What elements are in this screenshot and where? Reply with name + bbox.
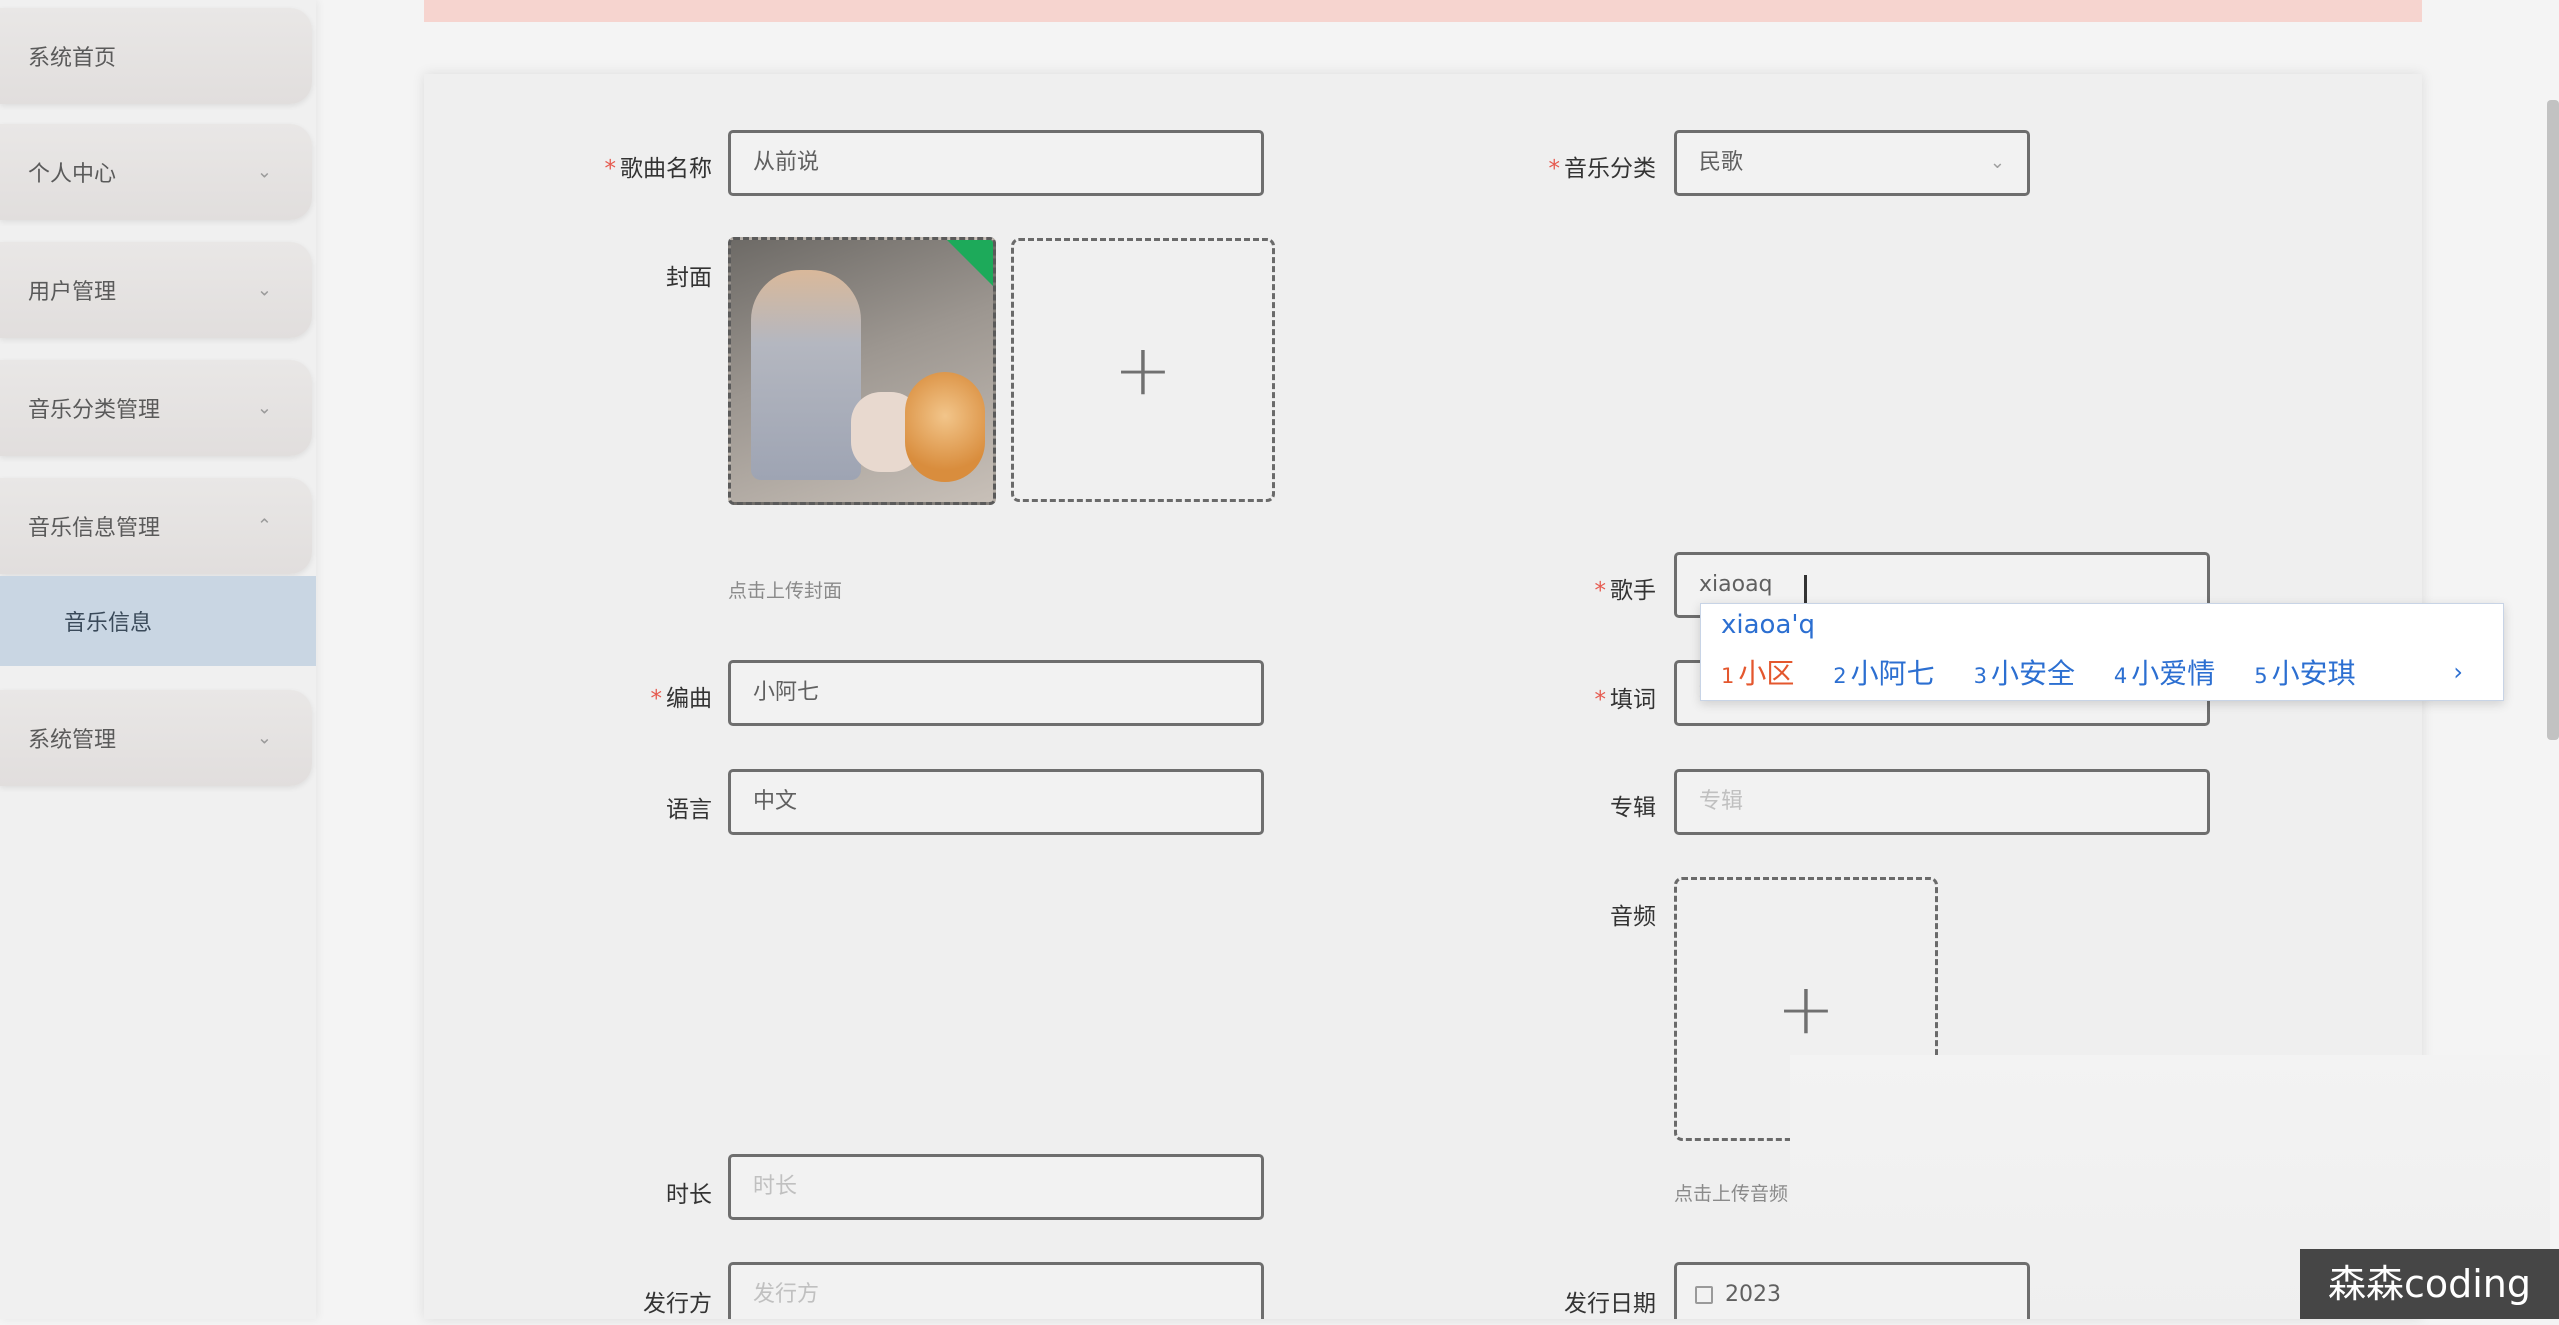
- chevron-down-icon: ⌄: [256, 279, 272, 301]
- menu-item-label: 系统首页: [28, 46, 117, 71]
- chevron-up-icon: ⌃: [256, 515, 272, 537]
- duration-input[interactable]: 时长: [728, 1154, 1264, 1220]
- menu-item-label: 个人中心: [28, 162, 117, 187]
- cover-person-shape: [751, 270, 861, 480]
- ime-candidates: 1 小区 2 小阿七 3 小安全 4 小爱情 5 小安琪: [1721, 652, 2386, 692]
- success-corner-badge: [945, 240, 993, 288]
- menu-item-system-management[interactable]: 系统管理 ⌄: [0, 690, 312, 786]
- release-date-input[interactable]: 2023: [1674, 1262, 2030, 1319]
- cover-upload-hint: 点击上传封面: [728, 580, 843, 602]
- song-name-input[interactable]: 从前说: [728, 130, 1264, 196]
- ime-composition: xiaoa'q: [1721, 610, 1816, 640]
- language-input[interactable]: 中文: [728, 769, 1264, 835]
- chevron-down-icon: ⌄: [256, 161, 272, 183]
- language-label: 语言: [666, 797, 712, 823]
- audio-label: 音频: [1610, 904, 1656, 930]
- menu-item-label: 音乐分类管理: [28, 398, 161, 423]
- calendar-icon: [1695, 1286, 1713, 1304]
- category-label: * 音乐分类: [1548, 156, 1657, 182]
- ime-candidate[interactable]: 2 小阿七: [1833, 657, 1934, 690]
- ime-candidate-window: xiaoa'q 1 小区 2 小阿七 3 小安全 4 小爱情 5 小安琪 ›: [1700, 603, 2504, 701]
- menu-item-label: 音乐信息管理: [28, 516, 161, 541]
- chevron-right-icon[interactable]: ›: [2453, 658, 2463, 686]
- audio-upload-hint: 点击上传音频: [1674, 1183, 1789, 1205]
- cover-upload-box[interactable]: +: [1011, 238, 1275, 502]
- menu-item-label: 系统管理: [28, 728, 117, 753]
- cover-label: 封面: [666, 265, 712, 291]
- plus-icon: +: [1113, 329, 1173, 411]
- publisher-label: 发行方: [643, 1291, 712, 1317]
- release-date-value: 2023: [1725, 1282, 1781, 1307]
- menu-item-music-info-management[interactable]: 音乐信息管理 ⌃: [0, 478, 312, 574]
- menu-item-personal-center[interactable]: 个人中心 ⌄: [0, 124, 312, 220]
- chevron-down-icon: ⌄: [256, 397, 272, 419]
- submenu-item-label: 音乐信息: [64, 611, 153, 636]
- duration-label: 时长: [666, 1182, 712, 1208]
- plus-icon: +: [1776, 968, 1836, 1050]
- ime-candidate[interactable]: 5 小安琪: [2254, 657, 2355, 690]
- category-select[interactable]: 民歌 ⌄: [1674, 130, 2030, 196]
- lyricist-label: * 填词: [1594, 687, 1657, 713]
- menu-item-music-category[interactable]: 音乐分类管理 ⌄: [0, 360, 312, 456]
- release-date-label: 发行日期: [1564, 1291, 1656, 1317]
- publisher-input[interactable]: 发行方: [728, 1262, 1264, 1319]
- song-name-label: * 歌曲名称: [604, 156, 713, 182]
- singer-label: * 歌手: [1594, 578, 1657, 604]
- sidebar: 系统首页 个人中心 ⌄ 用户管理 ⌄ 音乐分类管理 ⌄ 音乐信息管理 ⌃ 音乐信…: [0, 0, 316, 1319]
- chevron-down-icon: ⌄: [1989, 152, 2005, 173]
- cover-plush-shape: [905, 372, 985, 482]
- ime-candidate[interactable]: 1 小区: [1721, 657, 1794, 690]
- album-label: 专辑: [1610, 795, 1656, 821]
- album-input[interactable]: 专辑: [1674, 769, 2210, 835]
- top-banner: [424, 0, 2422, 22]
- composer-label: * 编曲: [650, 686, 713, 712]
- menu-item-home[interactable]: 系统首页: [0, 8, 312, 104]
- text-cursor: [1804, 575, 1807, 603]
- chevron-down-icon: ⌄: [256, 727, 272, 749]
- menu-item-label: 用户管理: [28, 280, 117, 305]
- ime-candidate[interactable]: 3 小安全: [1974, 657, 2075, 690]
- composer-input[interactable]: 小阿七: [728, 660, 1264, 726]
- submenu-item-music-info[interactable]: 音乐信息: [0, 576, 316, 666]
- scrollbar[interactable]: [2547, 100, 2559, 740]
- menu-item-user-management[interactable]: 用户管理 ⌄: [0, 242, 312, 338]
- ime-candidate[interactable]: 4 小爱情: [2114, 657, 2215, 690]
- cover-image[interactable]: [728, 237, 996, 505]
- category-select-value: 民歌: [1699, 150, 1744, 175]
- watermark: 森森coding: [2300, 1249, 2559, 1319]
